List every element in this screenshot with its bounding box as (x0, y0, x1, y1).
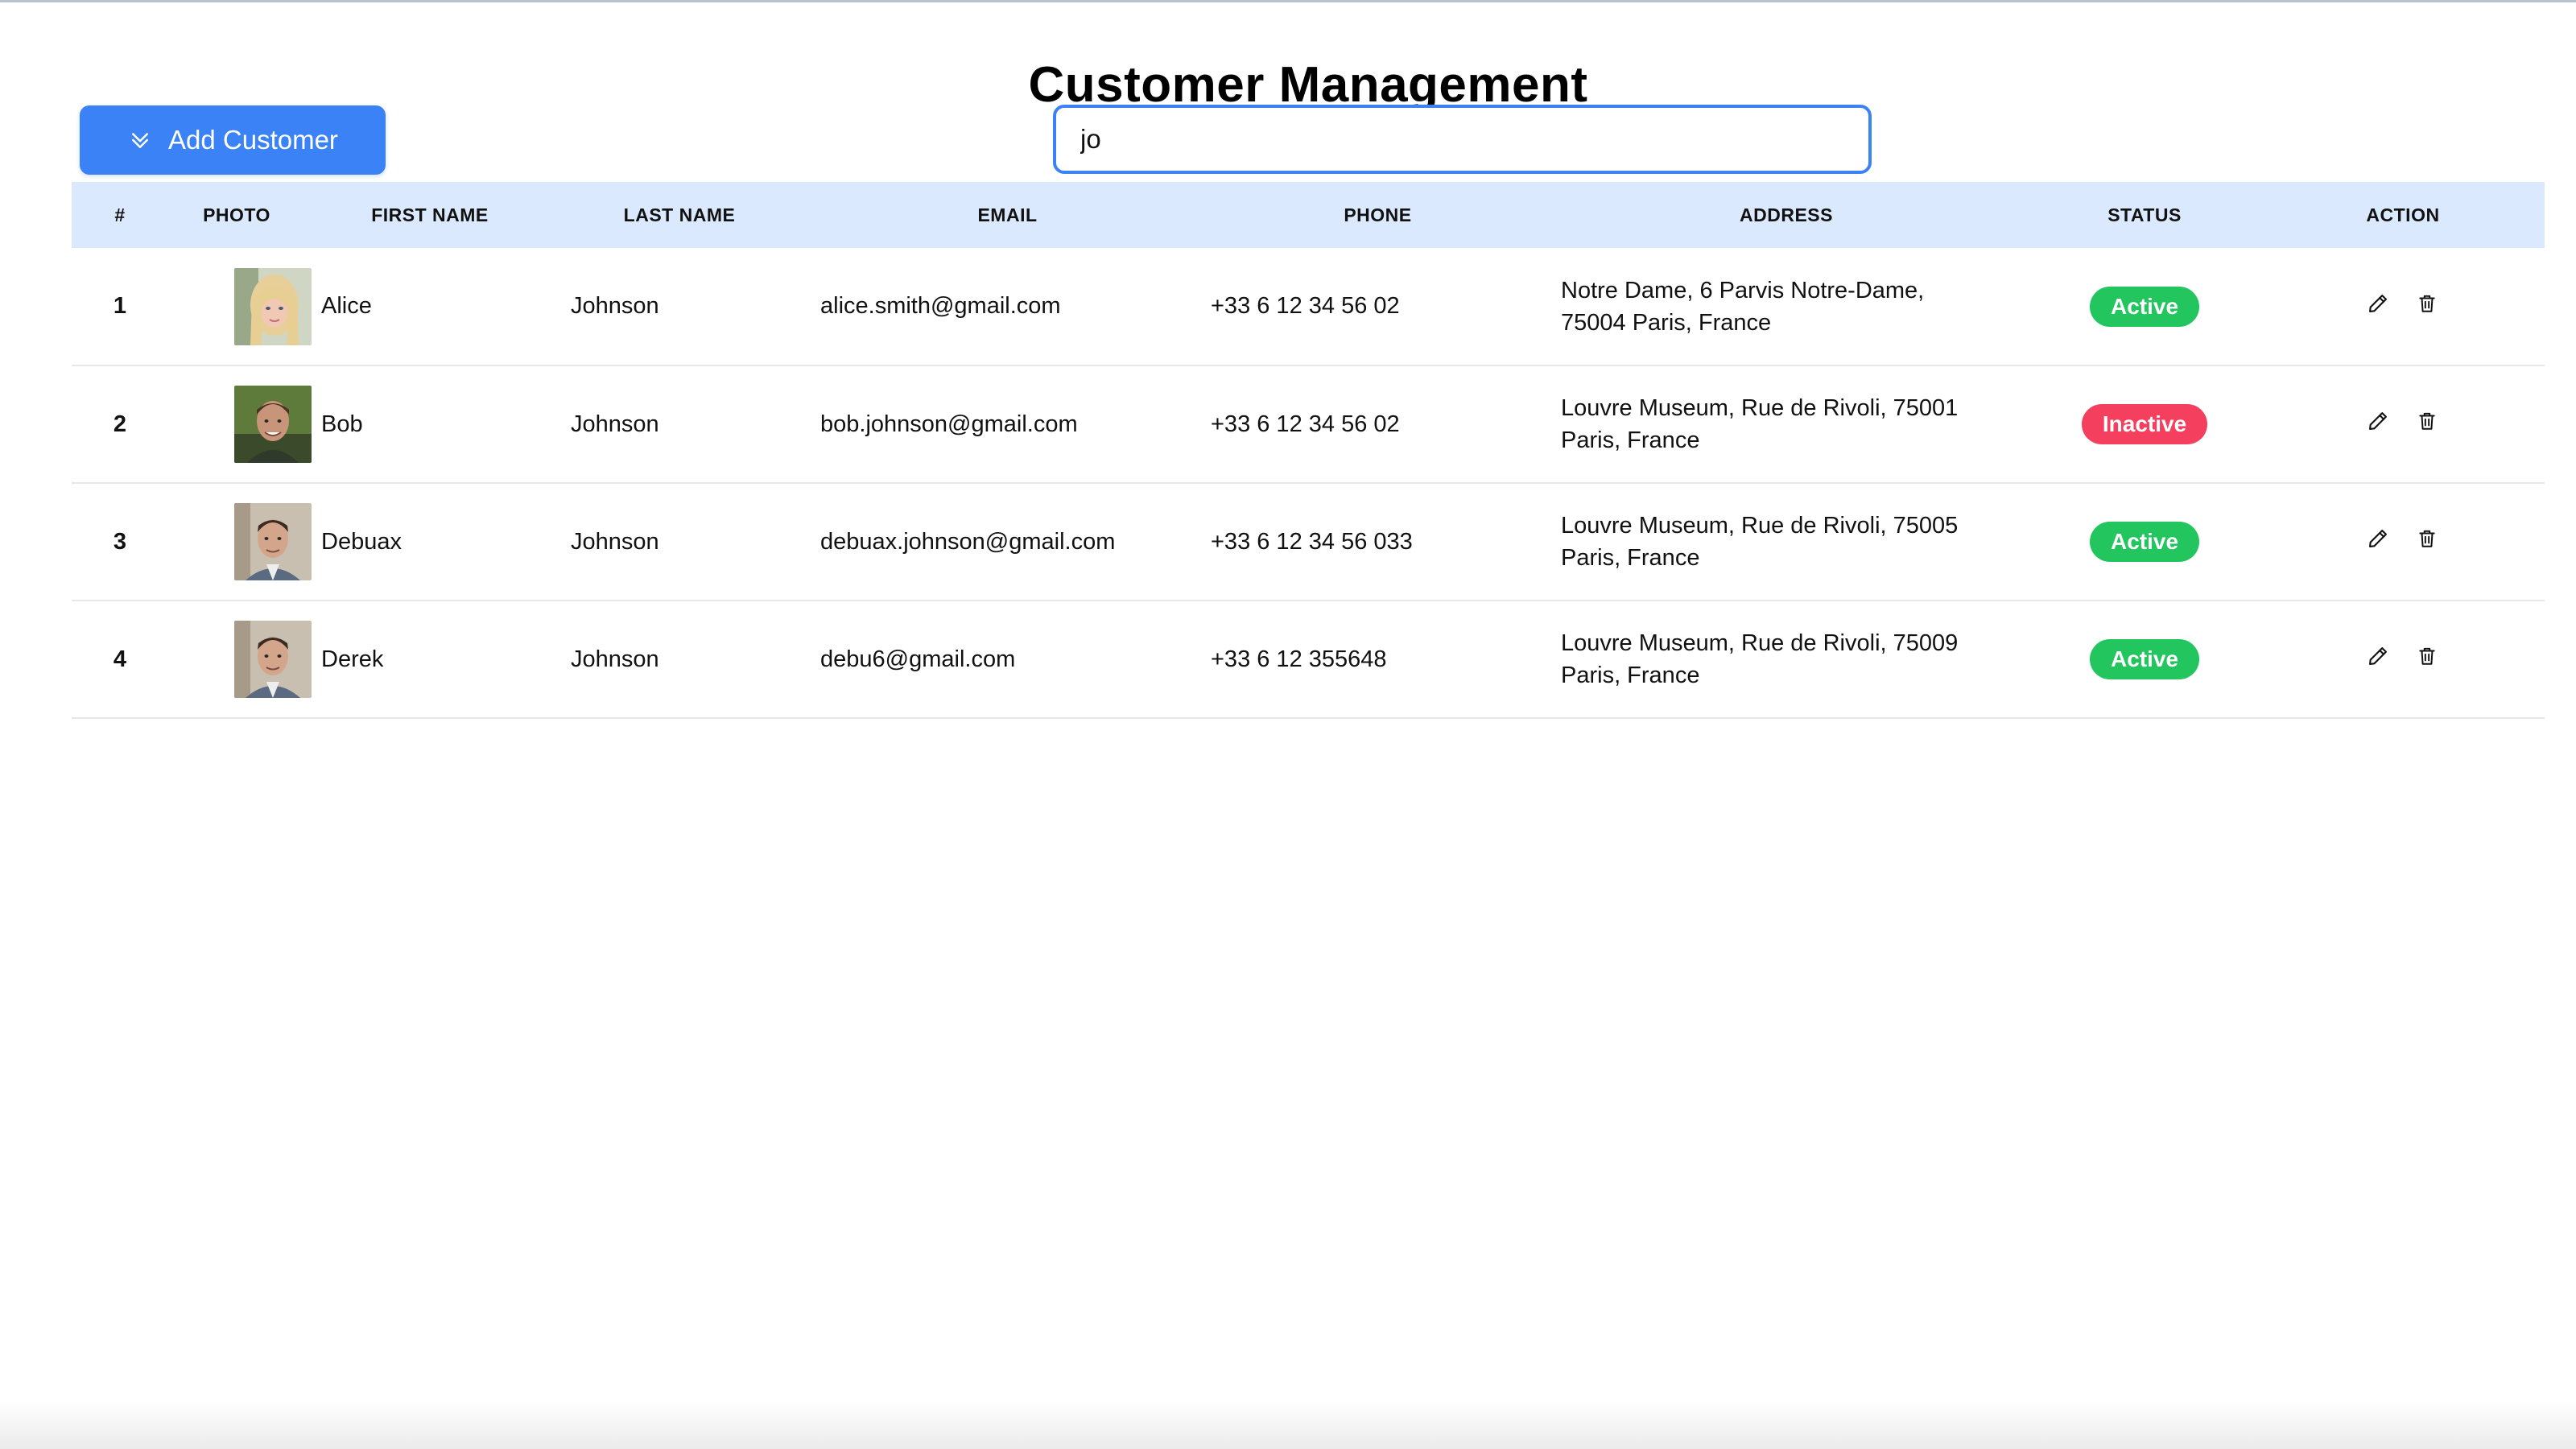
bottom-shadow (0, 1401, 2576, 1449)
address-cell: Notre Dame, 6 Parvis Notre-Dame, 75004 P… (1545, 248, 2028, 365)
table-row: 1 Alice Johnson alice.smith@gmail.com +3… (72, 248, 2545, 365)
row-index: 4 (113, 646, 127, 672)
address-line-1: Notre Dame, 6 Parvis Notre-Dame, (1561, 277, 1925, 303)
address-line-1: Louvre Museum, Rue de Rivoli, 75001 (1561, 395, 1959, 421)
status-cell: Active (2028, 483, 2261, 601)
header-last-name[interactable]: LAST NAME (555, 182, 804, 248)
add-customer-button[interactable]: Add Customer (80, 105, 386, 175)
add-customer-label: Add Customer (168, 125, 338, 155)
phone-cell: +33 6 12 34 56 02 (1211, 293, 1400, 319)
email-cell: alice.smith@gmail.com (820, 293, 1061, 319)
address-line-2: 75004 Paris, France (1561, 309, 1772, 336)
pencil-icon[interactable] (2367, 292, 2389, 315)
photo-cell (168, 248, 312, 365)
status-cell: Inactive (2028, 365, 2261, 483)
address-cell: Louvre Museum, Rue de Rivoli, 75009 Pari… (1545, 601, 2028, 718)
chevrons-down-icon (128, 128, 152, 152)
table-row: 3 Debuax Johnson debuax.johnson@gmail.co… (72, 483, 2545, 601)
header-address[interactable]: ADDRESS (1545, 182, 2028, 248)
action-cell (2261, 248, 2545, 365)
row-index: 1 (113, 293, 127, 319)
trash-icon[interactable] (2417, 410, 2439, 432)
trash-icon[interactable] (2417, 645, 2439, 667)
email-cell: debu6@gmail.com (820, 646, 1016, 672)
window-top-border (0, 0, 2576, 2)
status-badge: Inactive (2081, 404, 2208, 444)
avatar (234, 503, 312, 580)
last-name-cell: Johnson (571, 293, 659, 319)
trash-icon[interactable] (2417, 527, 2439, 550)
header-first-name[interactable]: FIRST NAME (305, 182, 555, 248)
table-row: 2 Bob Johnson bob.johnson@gmail.com +33 … (72, 365, 2545, 483)
avatar (234, 267, 312, 345)
status-badge: Active (2089, 522, 2200, 562)
header-phone[interactable]: PHONE (1211, 182, 1545, 248)
status-cell: Active (2028, 248, 2261, 365)
header-email[interactable]: EMAIL (804, 182, 1211, 248)
address-line-2: Paris, France (1561, 663, 1700, 688)
first-name-cell: Bob (321, 411, 363, 437)
trash-icon[interactable] (2417, 292, 2439, 315)
action-cell (2261, 365, 2545, 483)
address-cell: Louvre Museum, Rue de Rivoli, 75005 Pari… (1545, 483, 2028, 601)
address-line-2: Paris, France (1561, 545, 1700, 571)
status-badge: Active (2089, 639, 2200, 679)
action-cell (2261, 601, 2545, 718)
first-name-cell: Debuax (321, 528, 402, 555)
phone-cell: +33 6 12 355648 (1211, 646, 1387, 672)
table-header-row: # PHOTO FIRST NAME LAST NAME EMAIL PHONE… (72, 182, 2545, 248)
address-line-2: Paris, France (1561, 427, 1700, 453)
first-name-cell: Derek (321, 646, 384, 672)
avatar (234, 621, 312, 698)
email-cell: debuax.johnson@gmail.com (820, 528, 1116, 555)
pencil-icon[interactable] (2367, 527, 2389, 550)
phone-cell: +33 6 12 34 56 02 (1211, 411, 1400, 437)
last-name-cell: Johnson (571, 646, 659, 672)
email-cell: bob.johnson@gmail.com (820, 411, 1078, 437)
address-cell: Louvre Museum, Rue de Rivoli, 75001 Pari… (1545, 365, 2028, 483)
pencil-icon[interactable] (2367, 645, 2389, 667)
photo-cell (168, 601, 312, 718)
table-row: 4 Derek Johnson debu6@gmail.com +33 6 12… (72, 601, 2545, 718)
row-index: 3 (113, 528, 127, 555)
status-cell: Active (2028, 601, 2261, 718)
pencil-icon[interactable] (2367, 410, 2389, 432)
first-name-cell: Alice (321, 293, 372, 319)
customer-table: # PHOTO FIRST NAME LAST NAME EMAIL PHONE… (72, 182, 2545, 719)
header-photo[interactable]: PHOTO (168, 182, 305, 248)
row-index: 2 (113, 411, 127, 437)
address-line-1: Louvre Museum, Rue de Rivoli, 75009 (1561, 630, 1959, 656)
phone-cell: +33 6 12 34 56 033 (1211, 528, 1413, 555)
avatar (234, 386, 312, 463)
photo-cell (168, 365, 312, 483)
address-line-1: Louvre Museum, Rue de Rivoli, 75005 (1561, 513, 1959, 539)
header-index[interactable]: # (72, 182, 168, 248)
action-cell (2261, 483, 2545, 601)
last-name-cell: Johnson (571, 411, 659, 437)
header-status[interactable]: STATUS (2028, 182, 2261, 248)
header-action[interactable]: ACTION (2261, 182, 2545, 248)
status-badge: Active (2089, 286, 2200, 327)
search-input[interactable] (1053, 105, 1872, 174)
photo-cell (168, 483, 312, 601)
last-name-cell: Johnson (571, 528, 659, 555)
